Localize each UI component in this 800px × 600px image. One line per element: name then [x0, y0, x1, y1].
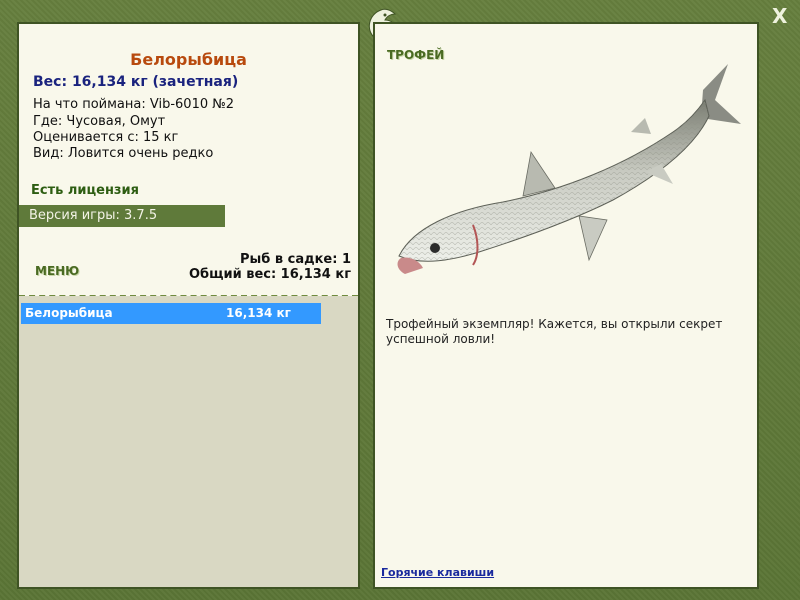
trophy-description: Трофейный экземпляр! Кажется, вы открыли… [386, 317, 723, 346]
rarity-text: Вид: Ловится очень редко [33, 146, 214, 161]
total-weight: Общий вес: 16,134 кг [188, 267, 351, 282]
caught-on-text: На что поймана: Vib-6010 №2 [33, 97, 235, 112]
fish-count: Рыб в садке: 1 [239, 252, 351, 267]
hotkeys-link[interactable]: Горячие клавиши [381, 566, 494, 579]
close-button[interactable]: X [772, 4, 787, 28]
game-version: Версия игры: 3.7.5 [19, 205, 225, 227]
valued-from-text: Оценивается с: 15 кг [33, 130, 179, 145]
location-text: Где: Чусовая, Омут [33, 114, 166, 129]
catch-item-name: Белорыбица [25, 306, 113, 320]
menu-button[interactable]: МЕНЮ [35, 264, 79, 278]
fish-info-panel: Белорыбица Вес: 16,134 кг (зачетная) На … [17, 22, 360, 589]
catch-item-weight: 16,134 кг [226, 306, 291, 320]
license-status: Есть лицензия [31, 183, 139, 198]
belorybitsa-fish-image [397, 64, 741, 274]
catch-list [19, 296, 358, 587]
trophy-panel: ТРОФЕЙ Трофейный экземпляр! Кажется, вы … [373, 22, 759, 589]
fish-weight: Вес: 16,134 кг (зачетная) [33, 74, 239, 90]
catch-list-item[interactable]: Белорыбица 16,134 кг [21, 303, 321, 324]
keepnet-stats: Рыб в садке: 1 Общий вес: 16,134 кг [189, 252, 351, 282]
fish-name-title: Белорыбица [130, 50, 247, 69]
